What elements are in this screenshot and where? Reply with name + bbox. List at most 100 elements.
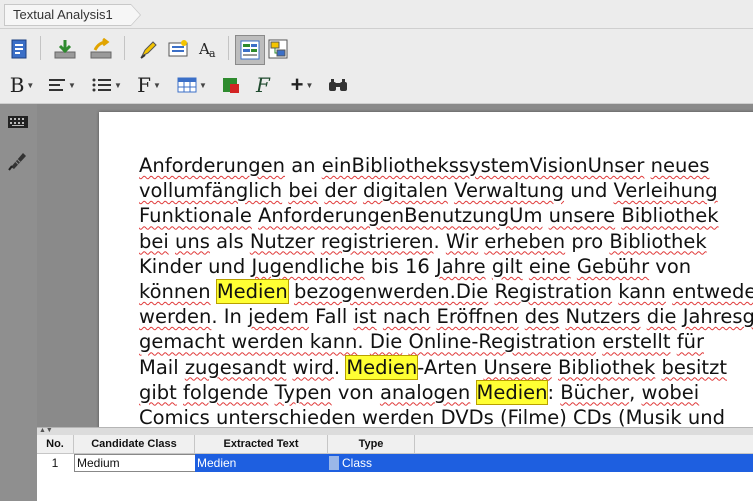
candidate-table: No. Candidate Class Extracted Text Type … [37,435,753,501]
chevron-down-icon: ▼ [152,80,161,90]
misspelled-word: erheben [484,229,566,253]
class-diagram-icon[interactable] [264,35,292,63]
misspelled-word: Typen [274,380,332,404]
table-icon[interactable]: ▼ [174,73,210,97]
highlighter-icon[interactable] [136,37,160,61]
text-run: . [333,355,347,379]
text-run: Mail [139,355,185,379]
chevron-down-icon: ▼ [26,80,35,90]
misspelled-word: können [139,279,211,303]
font-case-icon[interactable]: Aa [196,37,220,61]
left-tool-bar [0,104,37,501]
keyboard-icon[interactable] [6,112,30,132]
text-run: bis 16 [364,254,436,278]
misspelled-word: Anforderungen [139,154,286,177]
misspelled-word: Jugendliche [251,254,365,278]
misspelled-word: gilt [491,254,523,278]
misspelled-word: analogen [379,380,471,404]
style-icon[interactable]: F [250,73,276,97]
color-icon[interactable] [218,73,244,97]
text-run: von [331,380,380,404]
type-cell[interactable]: Class [328,454,753,472]
highlighted-term[interactable]: Medien [345,354,419,380]
candidate-class-input[interactable]: Medium [74,454,196,472]
chevron-down-icon: ▼ [305,80,314,90]
misspelled-word: AnforderungenBenutzungUm [258,204,543,228]
misspelled-word: Bibliothek [609,229,707,253]
export-icon[interactable] [88,37,114,61]
svg-text:a: a [209,47,216,60]
misspelled-word: entweder [672,279,753,303]
misspelled-word: Funktionale [139,204,252,228]
misspelled-word: Nutzers [565,305,641,329]
highlighted-term[interactable]: Medien [475,379,549,405]
document-line[interactable]: vollumfänglich bei der digitalen Verwalt… [139,178,753,203]
misspelled-word: Gebühr [576,254,650,278]
misspelled-word: ist [353,305,377,329]
document-line[interactable]: können Medien bezogenwerden.Die Registra… [139,278,753,304]
misspelled-word: registrieren [320,229,434,253]
col-header-extracted-text[interactable]: Extracted Text [195,435,328,453]
misspelled-word: Die [369,330,403,354]
document-line[interactable]: werden. In jedem Fall ist nach Eröffnen … [139,304,753,329]
misspelled-word: Eröffnen [436,305,519,329]
document-line[interactable]: Anforderungen an einBibliothekssystemVis… [139,153,753,178]
misspelled-word: des [524,305,560,329]
misspelled-word: zugesandt [184,355,287,379]
type-value: Class [342,456,373,470]
font-label: F [137,73,151,97]
add-icon[interactable]: + ▼ [284,72,320,97]
grid-view-icon[interactable] [235,35,265,65]
misspelled-word: Wir [445,229,479,253]
misspelled-word: gibt [139,380,177,404]
align-icon[interactable]: ▼ [46,73,78,97]
pen-icon[interactable] [6,148,30,172]
bold-icon[interactable]: B ▼ [6,73,38,97]
misspelled-word: Online-Registration [408,330,596,354]
document-page[interactable]: Anforderungen an einBibliothekssystemVis… [99,112,753,432]
text-run: pro [565,229,610,253]
toolbar-separator [228,36,229,60]
text-run: : [547,380,561,404]
col-header-no[interactable]: No. [37,435,74,453]
table-row[interactable]: 1 Medium Medien Class [37,454,753,472]
chevron-down-icon: ▼ [199,80,207,90]
font-icon[interactable]: F ▼ [134,73,164,97]
comment-icon[interactable] [166,37,190,61]
find-icon[interactable] [326,73,350,97]
misspelled-word: neues [650,154,710,177]
text-run: . [357,330,370,354]
document-line[interactable]: gemacht werden kann. Die Online-Registra… [139,329,753,354]
type-dropdown-icon[interactable] [329,456,339,470]
text-run: . [433,229,446,253]
col-header-candidate-class[interactable]: Candidate Class [74,435,195,453]
document-icon[interactable] [8,37,32,61]
misspelled-word: Verwaltung [454,179,565,203]
document-line[interactable]: Funktionale AnforderungenBenutzungUm uns… [139,203,753,228]
misspelled-word: vollumfänglich [139,179,283,203]
text-run: Kinder und [139,254,252,278]
highlighted-term[interactable]: Medien [215,278,289,304]
misspelled-word: Unsere [483,355,552,379]
misspelled-word: der [324,179,357,203]
document-line[interactable]: bei uns als Nutzer registrieren. Wir erh… [139,229,753,254]
misspelled-word: jedem [248,305,309,329]
misspelled-word: werden [139,305,212,329]
text-run: . In [211,305,249,329]
text-run: von [649,254,692,278]
misspelled-word: werden [362,405,435,429]
list-icon[interactable]: ▼ [90,73,124,97]
document-line[interactable]: Kinder und Jugendliche bis 16 Jahre gilt… [139,254,753,279]
document-text[interactable]: Anforderungen an einBibliothekssystemVis… [139,153,753,430]
misspelled-word: Bibliothek [621,204,719,228]
col-header-type[interactable]: Type [328,435,415,453]
import-icon[interactable] [52,37,78,61]
document-line[interactable]: gibt folgende Typen von analogen Medien:… [139,379,753,405]
chevron-down-icon: ▼ [114,80,122,90]
document-line[interactable]: Mail zugesandt wird. Medien-Arten Unsere… [139,354,753,380]
collapse-arrows-icon[interactable]: ▲▼ [39,427,53,434]
misspelled-word: wobei [641,380,700,404]
extracted-text-cell[interactable]: Medien [195,454,330,472]
tab-textual-analysis[interactable]: Textual Analysis1 [4,4,141,26]
text-run: und [564,179,614,203]
